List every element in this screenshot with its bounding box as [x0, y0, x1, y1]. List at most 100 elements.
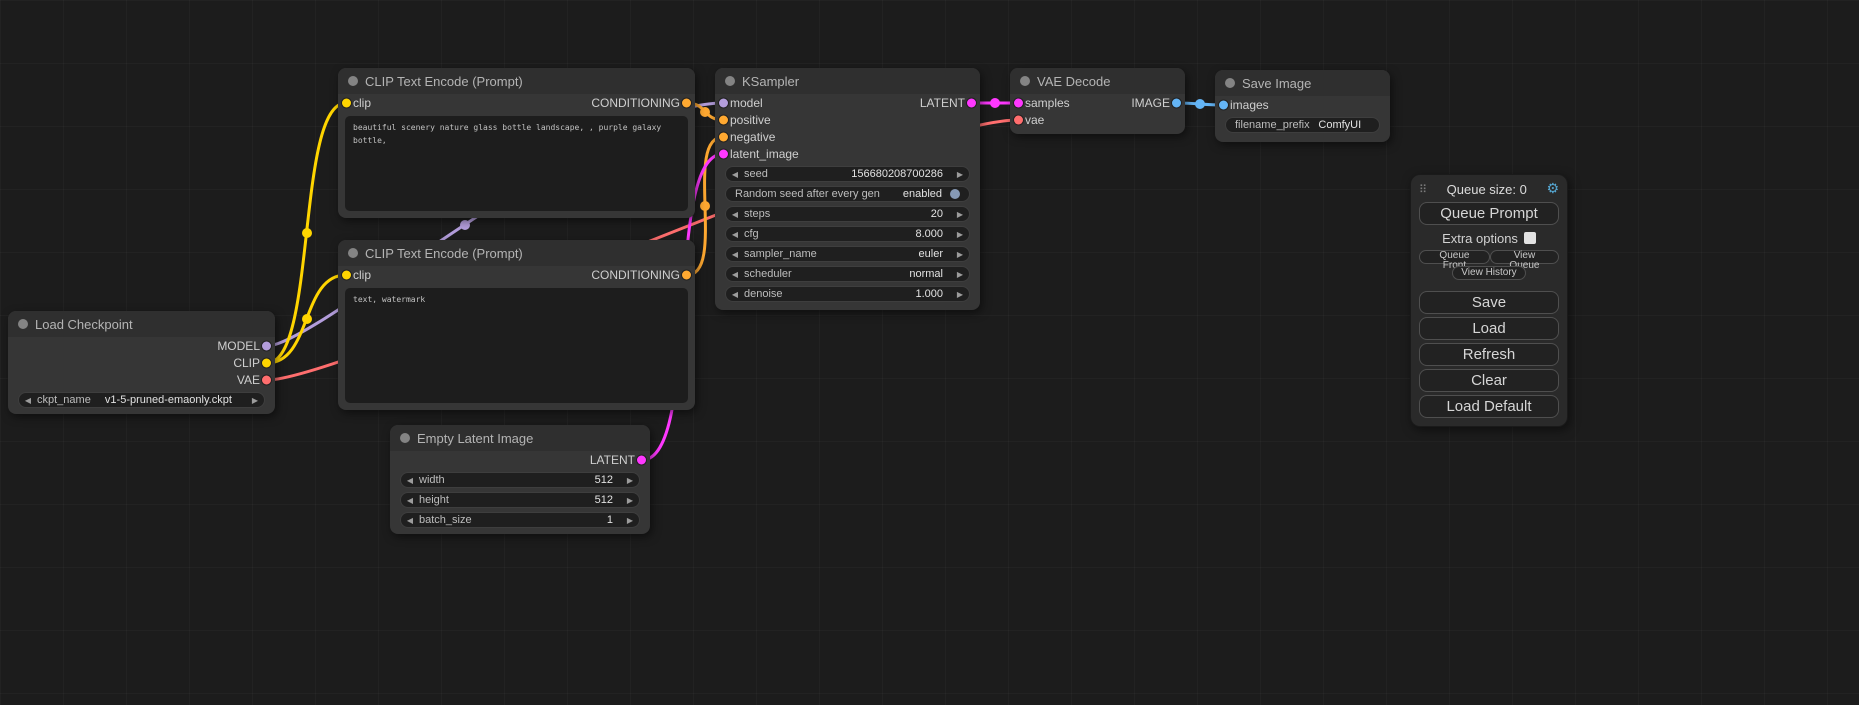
queue-prompt-button[interactable]: Queue Prompt	[1419, 202, 1559, 225]
output-slot-conditioning[interactable]: CONDITIONING	[371, 94, 695, 111]
output-dot-image[interactable]	[1172, 98, 1181, 107]
node-ksampler[interactable]: KSampler LATENT model positive negative …	[715, 68, 980, 310]
widget-sampler-name[interactable]: ◀ sampler_name euler ▶	[725, 246, 970, 262]
view-history-button[interactable]: View History	[1452, 266, 1525, 280]
refresh-button[interactable]: Refresh	[1419, 343, 1559, 366]
output-slot-image[interactable]: IMAGE	[1070, 94, 1185, 111]
widget-seed[interactable]: ◀ seed 156680208700286 ▶	[725, 166, 970, 182]
output-slot-vae[interactable]: VAE	[8, 371, 275, 388]
output-dot-model[interactable]	[262, 341, 271, 350]
node-title-bar[interactable]: CLIP Text Encode (Prompt)	[338, 68, 695, 94]
input-slot-latent-image[interactable]: latent_image	[715, 145, 980, 162]
node-clip-text-encode-negative[interactable]: CLIP Text Encode (Prompt) clip CONDITION…	[338, 240, 695, 410]
output-dot-conditioning[interactable]	[682, 270, 691, 279]
input-slot-images[interactable]: images	[1215, 96, 1390, 113]
clear-button[interactable]: Clear	[1419, 369, 1559, 392]
decrement-arrow-icon[interactable]: ◀	[726, 207, 744, 222]
output-dot-clip[interactable]	[262, 358, 271, 367]
collapse-dot-icon[interactable]	[348, 248, 358, 258]
decrement-arrow-icon[interactable]: ◀	[726, 287, 744, 302]
node-title-bar[interactable]: Save Image	[1215, 70, 1390, 96]
input-dot-images[interactable]	[1219, 100, 1228, 109]
decrement-arrow-icon[interactable]: ◀	[401, 493, 419, 508]
widget-cfg[interactable]: ◀ cfg 8.000 ▶	[725, 226, 970, 242]
toggle-dot-icon[interactable]	[950, 189, 960, 199]
collapse-dot-icon[interactable]	[400, 433, 410, 443]
node-title-bar[interactable]: Empty Latent Image	[390, 425, 650, 451]
input-dot-vae[interactable]	[1014, 115, 1023, 124]
output-dot-conditioning[interactable]	[682, 98, 691, 107]
settings-gear-icon[interactable]: ⚙	[1546, 181, 1559, 197]
input-slot-clip[interactable]: clip	[338, 266, 371, 283]
widget-ckpt-name[interactable]: ◀ ckpt_name v1-5-pruned-emaonly.ckpt ▶	[18, 392, 265, 408]
increment-arrow-icon[interactable]: ▶	[621, 473, 639, 488]
positive-prompt-textarea[interactable]: beautiful scenery nature glass bottle la…	[345, 116, 688, 211]
increment-arrow-icon[interactable]: ▶	[951, 207, 969, 222]
output-slot-clip[interactable]: CLIP	[8, 354, 275, 371]
collapse-dot-icon[interactable]	[1020, 76, 1030, 86]
load-default-button[interactable]: Load Default	[1419, 395, 1559, 418]
output-slot-model[interactable]: MODEL	[8, 337, 275, 354]
extra-options-checkbox[interactable]	[1524, 232, 1536, 244]
output-dot-latent[interactable]	[637, 455, 646, 464]
negative-prompt-textarea[interactable]: text, watermark	[345, 288, 688, 403]
decrement-arrow-icon[interactable]: ◀	[401, 513, 419, 528]
save-button[interactable]: Save	[1419, 291, 1559, 314]
node-clip-text-encode-positive[interactable]: CLIP Text Encode (Prompt) clip CONDITION…	[338, 68, 695, 218]
node-empty-latent-image[interactable]: Empty Latent Image LATENT ◀ width 512 ▶ …	[390, 425, 650, 534]
widget-steps[interactable]: ◀ steps 20 ▶	[725, 206, 970, 222]
increment-arrow-icon[interactable]: ▶	[246, 393, 264, 408]
decrement-arrow-icon[interactable]: ◀	[726, 247, 744, 262]
input-dot-clip[interactable]	[342, 98, 351, 107]
output-slot-latent[interactable]: LATENT	[390, 451, 650, 468]
node-title-bar[interactable]: CLIP Text Encode (Prompt)	[338, 240, 695, 266]
node-title-bar[interactable]: Load Checkpoint	[8, 311, 275, 337]
input-slot-samples[interactable]: samples	[1010, 94, 1070, 111]
widget-random-seed-toggle[interactable]: Random seed after every gen enabled	[725, 186, 970, 202]
increment-arrow-icon[interactable]: ▶	[621, 513, 639, 528]
widget-denoise[interactable]: ◀ denoise 1.000 ▶	[725, 286, 970, 302]
increment-arrow-icon[interactable]: ▶	[951, 287, 969, 302]
widget-scheduler[interactable]: ◀ scheduler normal ▶	[725, 266, 970, 282]
decrement-arrow-icon[interactable]: ◀	[19, 393, 37, 408]
collapse-dot-icon[interactable]	[1225, 78, 1235, 88]
widget-filename-prefix[interactable]: filename_prefix ComfyUI	[1225, 117, 1380, 133]
queue-front-button[interactable]: Queue Front	[1419, 250, 1490, 264]
view-queue-button[interactable]: View Queue	[1490, 250, 1559, 264]
input-slot-model[interactable]: model	[715, 94, 980, 111]
input-slot-vae[interactable]: vae	[1010, 111, 1185, 128]
load-button[interactable]: Load	[1419, 317, 1559, 340]
decrement-arrow-icon[interactable]: ◀	[726, 167, 744, 182]
decrement-arrow-icon[interactable]: ◀	[401, 473, 419, 488]
input-dot-samples[interactable]	[1014, 98, 1023, 107]
widget-batch-size[interactable]: ◀ batch_size 1 ▶	[400, 512, 640, 528]
drag-handle-icon[interactable]: ⠿	[1419, 183, 1427, 196]
input-slot-negative[interactable]: negative	[715, 128, 980, 145]
widget-width[interactable]: ◀ width 512 ▶	[400, 472, 640, 488]
widget-height[interactable]: ◀ height 512 ▶	[400, 492, 640, 508]
increment-arrow-icon[interactable]: ▶	[951, 227, 969, 242]
node-save-image[interactable]: Save Image images filename_prefix ComfyU…	[1215, 70, 1390, 142]
increment-arrow-icon[interactable]: ▶	[951, 247, 969, 262]
node-load-checkpoint[interactable]: Load Checkpoint MODEL CLIP VAE ◀ ckpt_na…	[8, 311, 275, 414]
input-slot-positive[interactable]: positive	[715, 111, 980, 128]
input-dot-negative[interactable]	[719, 132, 728, 141]
output-slot-conditioning[interactable]: CONDITIONING	[371, 266, 695, 283]
increment-arrow-icon[interactable]: ▶	[621, 493, 639, 508]
collapse-dot-icon[interactable]	[725, 76, 735, 86]
node-title-bar[interactable]: KSampler	[715, 68, 980, 94]
collapse-dot-icon[interactable]	[348, 76, 358, 86]
input-dot-positive[interactable]	[719, 115, 728, 124]
input-dot-clip[interactable]	[342, 270, 351, 279]
output-dot-vae[interactable]	[262, 375, 271, 384]
input-slot-clip[interactable]: clip	[338, 94, 371, 111]
collapse-dot-icon[interactable]	[18, 319, 28, 329]
input-dot-model[interactable]	[719, 98, 728, 107]
node-vae-decode[interactable]: VAE Decode samples IMAGE vae	[1010, 68, 1185, 134]
increment-arrow-icon[interactable]: ▶	[951, 167, 969, 182]
node-title-bar[interactable]: VAE Decode	[1010, 68, 1185, 94]
decrement-arrow-icon[interactable]: ◀	[726, 227, 744, 242]
input-dot-latent-image[interactable]	[719, 149, 728, 158]
increment-arrow-icon[interactable]: ▶	[951, 267, 969, 282]
decrement-arrow-icon[interactable]: ◀	[726, 267, 744, 282]
